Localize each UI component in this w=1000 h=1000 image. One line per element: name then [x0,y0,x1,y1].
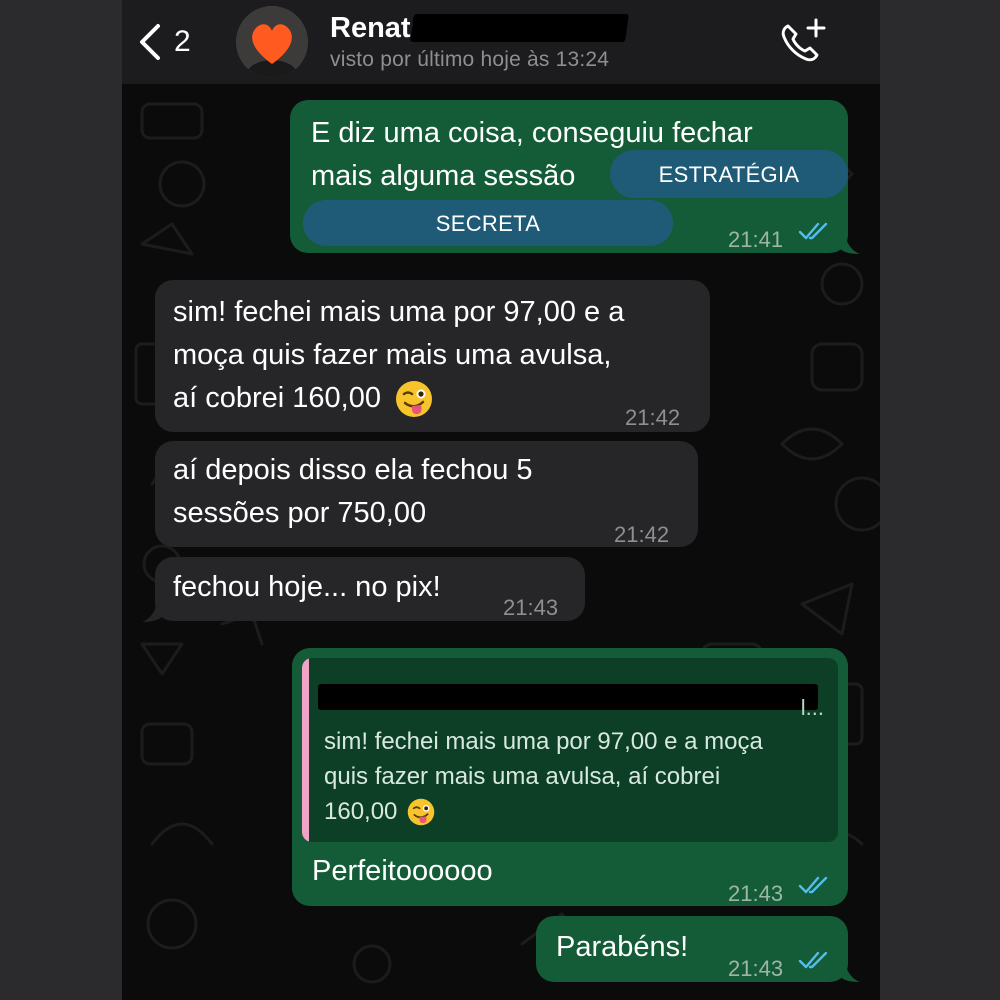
quoted-message[interactable]: l... sim! fechei mais uma por 97,00 e a … [302,658,838,842]
message-bubble-incoming[interactable]: fechou hoje... no pix! 21:43 [155,557,585,621]
name-redaction [410,14,629,42]
badge-label: ESTRATÉGIA [610,150,848,198]
chat-header: 2 Renata visto por último hoje às 13:24 [122,0,880,84]
message-text: E diz uma coisa, conseguiu fechar [311,117,753,149]
message-time: 21:42 [614,522,670,547]
double-check-icon [798,876,828,894]
message-time: 21:42 [625,405,681,430]
back-button[interactable]: 2 [136,22,206,62]
message-text: aí depois disso ela fechou 5 [173,454,533,486]
quote-line: sim! fechei mais uma por 97,00 e a moça [324,728,763,755]
heart-icon [236,6,308,78]
quote-author-ellipsis: l... [800,695,824,720]
message-text: mais alguma sessão [311,160,576,192]
chat-screen: 2 Renata visto por último hoje às 13:24 … [122,0,880,1000]
winking-tongue-emoji [395,380,432,417]
message-text: sim! fechei mais uma por 97,00 e a [173,296,625,328]
message-text: sessões por 750,00 [173,497,427,529]
message-bubble-incoming[interactable]: sim! fechei mais uma por 97,00 e a moça … [155,280,710,432]
message-text: Perfeitoooooo [312,855,493,887]
call-button[interactable] [776,16,828,68]
bubble-tail [838,960,860,982]
quote-accent-bar [302,658,309,842]
contact-avatar[interactable] [236,6,308,78]
message-line: aí cobrei 160,00 [173,377,433,420]
quote-line-row: 160,00 [324,794,824,829]
winking-tongue-emoji [408,798,435,825]
bubble-tail [142,600,164,622]
unread-count: 2 [174,25,191,58]
message-text: Parabéns! [556,931,689,963]
message-bubble-outgoing[interactable]: E diz uma coisa, conseguiu fechar mais a… [290,100,848,253]
message-text: aí cobrei 160,00 [173,382,381,414]
chevron-left-icon [140,24,160,60]
quote-line: 160,00 [324,798,398,825]
message-text: fechou hoje... no pix! [173,571,441,603]
message-bubble-outgoing[interactable]: Parabéns! 21:43 [536,916,848,982]
message-time: 21:41 [728,227,784,252]
message-time: 21:43 [728,956,784,981]
message-bubble-incoming[interactable]: aí depois disso ela fechou 5 sessões por… [155,441,698,547]
message-time: 21:43 [503,595,559,620]
double-check-icon [798,222,828,240]
last-seen-status: visto por último hoje às 13:24 [330,48,610,71]
quote-text: sim! fechei mais uma por 97,00 e a moça … [324,724,824,829]
bubble-tail [838,232,860,254]
message-text: moça quis fazer mais uma avulsa, [173,339,612,371]
phone-plus-icon [781,18,826,62]
quote-line: quis fazer mais uma avulsa, aí cobrei [324,763,721,790]
quote-author-redaction [318,684,818,710]
message-time: 21:43 [728,881,784,906]
badge-label: SECRETA [303,200,673,246]
double-check-icon [798,951,828,969]
message-bubble-outgoing[interactable]: l... sim! fechei mais uma por 97,00 e a … [292,648,848,906]
